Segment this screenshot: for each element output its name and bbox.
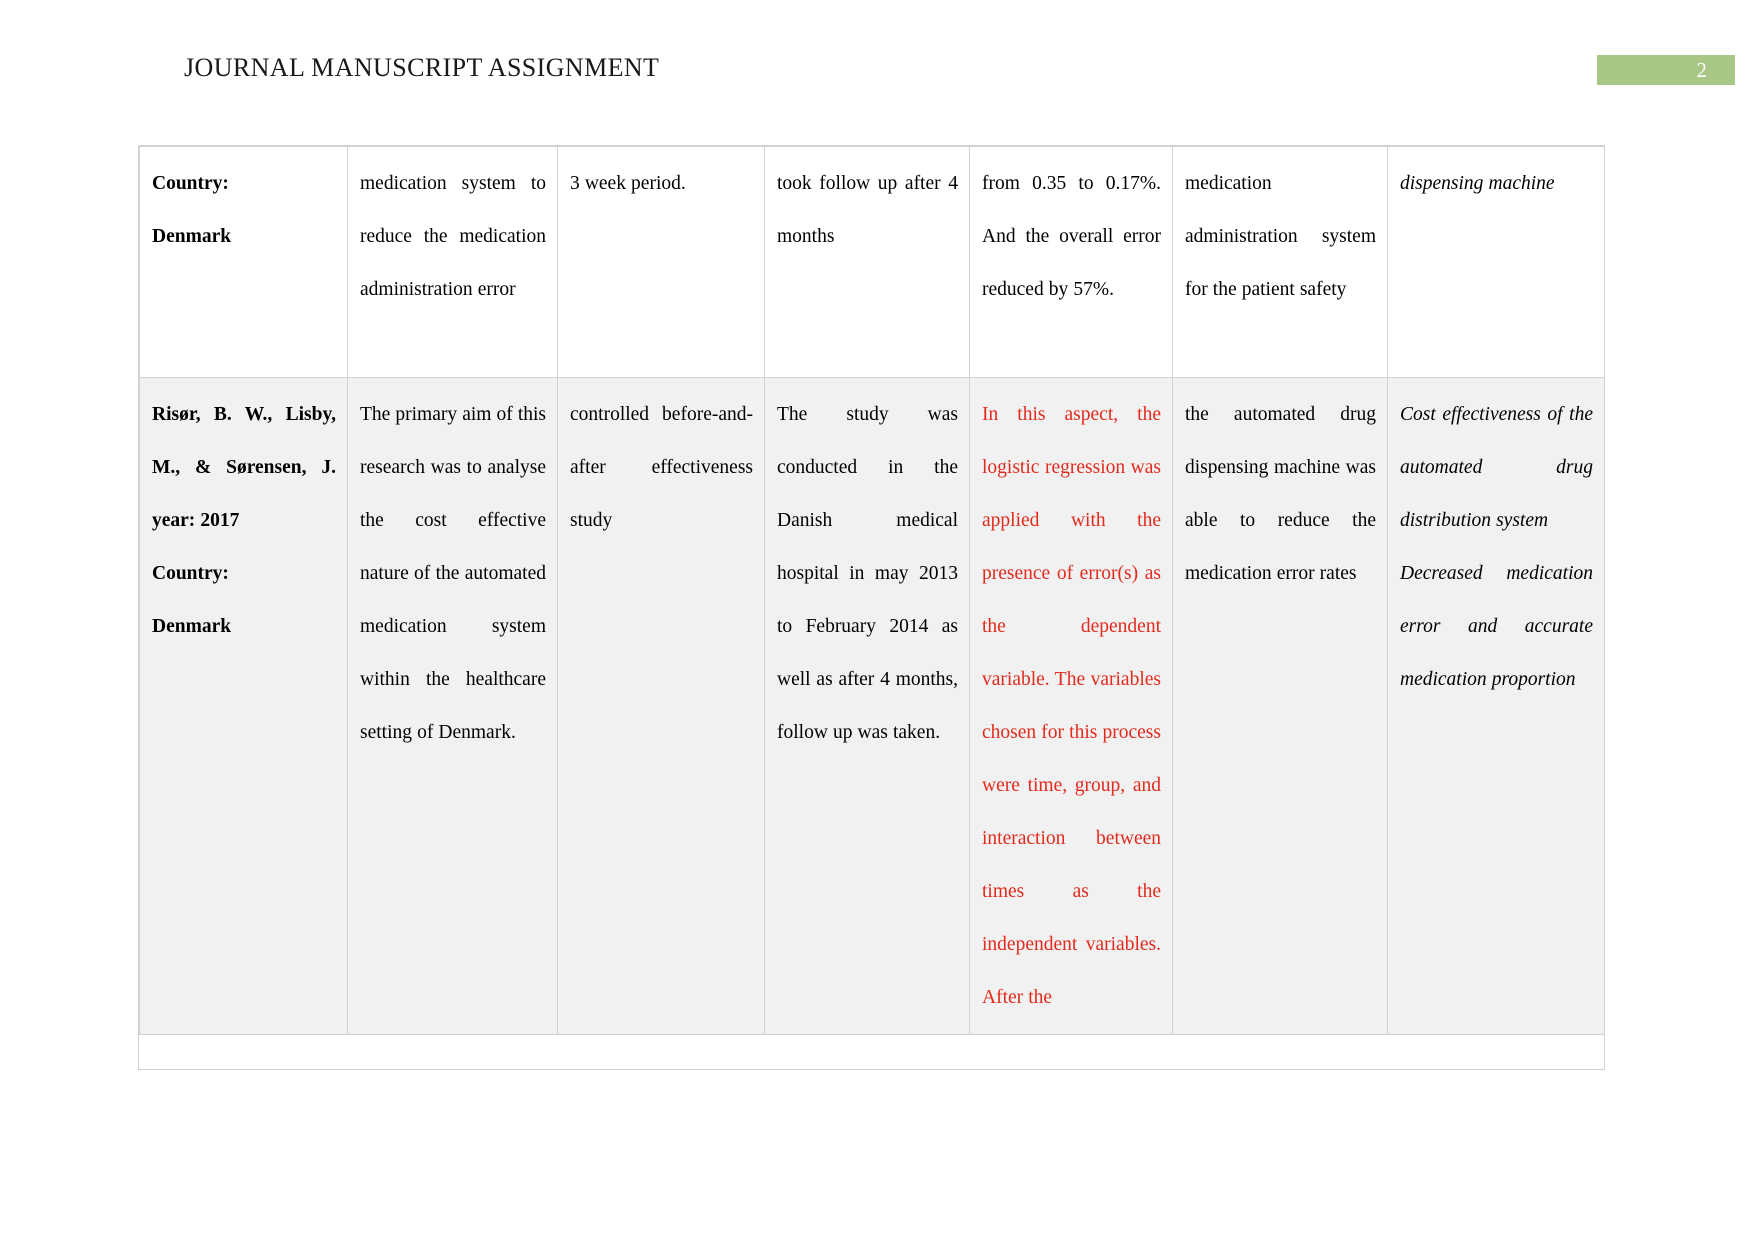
cell-line: Decreased medication error and accurate … (1400, 563, 1593, 690)
comparison-table-container: Country: Denmark medication system to re… (138, 145, 1605, 1070)
cell-line: Denmark (152, 616, 232, 637)
table-cell-design-2: controlled before-and-after effectivenes… (557, 377, 765, 1035)
page-header: JOURNAL MANUSCRIPT ASSIGNMENT 2 (0, 48, 1754, 94)
table-cell-followup-1: took follow up after 4 months (764, 146, 970, 378)
table-cell-intervention-1: medication system to reduce the medicati… (347, 146, 558, 378)
table-cell-outcome-1: dispensing machine (1387, 146, 1604, 378)
table-cell-outcome-2: Cost effectiveness of the automated drug… (1387, 377, 1604, 1035)
table-cell-analysis-2: In this aspect, the logistic regression … (969, 377, 1173, 1035)
page-title: JOURNAL MANUSCRIPT ASSIGNMENT (184, 53, 660, 82)
document-page: JOURNAL MANUSCRIPT ASSIGNMENT 2 Country:… (0, 0, 1754, 1241)
table-cell-aim-2: The primary aim of this research was to … (347, 377, 558, 1035)
table-row: Risør, B. W., Lisby, M., & Sørensen, J. … (139, 377, 1604, 1035)
table-cell-setting-2: The study was conducted in the Danish me… (764, 377, 970, 1035)
cell-line: Country: (152, 173, 229, 194)
page-number-badge: 2 (1597, 55, 1735, 85)
comparison-table: Country: Denmark medication system to re… (139, 146, 1604, 1035)
table-cell-citation-2: Risør, B. W., Lisby, M., & Sørensen, J. … (139, 377, 348, 1035)
table-cell-results-1: from 0.35 to 0.17%. And the overall erro… (969, 146, 1173, 378)
page-number-label: 2 (1696, 58, 1708, 82)
cell-line: Risør, B. W., Lisby, M., & Sørensen, J. … (152, 404, 336, 531)
cell-line: Country: (152, 563, 229, 584)
table-row: Country: Denmark medication system to re… (139, 146, 1604, 378)
table-cell-duration-1: 3 week period. (557, 146, 765, 378)
table-cell-system-1: medication administration system for the… (1172, 146, 1388, 378)
table-cell-findings-2: the automated drug dispensing machine wa… (1172, 377, 1388, 1035)
cell-line: Denmark (152, 226, 232, 247)
cell-line: Cost effectiveness of the automated drug… (1400, 404, 1593, 531)
table-cell-country-1: Country: Denmark (139, 146, 348, 378)
